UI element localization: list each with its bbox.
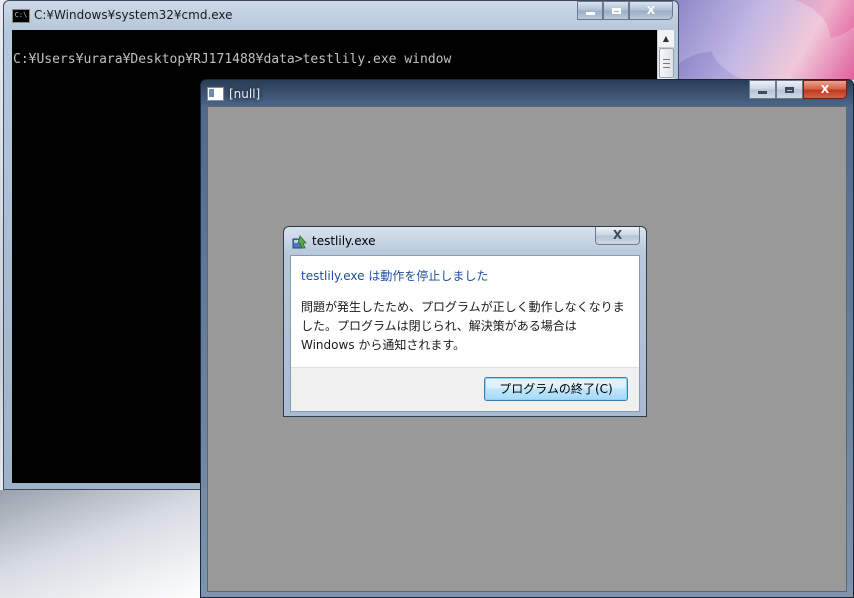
minimize-icon — [758, 91, 767, 94]
wallpaper-artwork-lower — [0, 490, 205, 598]
close-icon: X — [646, 4, 656, 17]
minimize-button[interactable] — [749, 80, 776, 99]
close-icon: X — [612, 228, 623, 242]
close-program-button[interactable]: プログラムの終了(C) — [484, 377, 628, 401]
minimize-button[interactable] — [577, 1, 603, 20]
dialog-footer: プログラムの終了(C) — [291, 367, 639, 411]
console-line: C:¥Users¥urara¥Desktop¥RJ171488¥data>tes… — [13, 52, 452, 67]
null-window-title: [null] — [229, 87, 261, 101]
grip-icon — [663, 59, 670, 68]
null-titlebar[interactable]: [null] X — [201, 80, 853, 108]
scroll-up-button[interactable]: ▲ — [658, 30, 674, 48]
minimize-icon — [585, 12, 595, 15]
maximize-button[interactable] — [776, 80, 803, 99]
dialog-heading: testlily.exe は動作を停止しました — [301, 269, 489, 283]
program-error-icon — [292, 235, 307, 249]
wallpaper-artwork — [675, 0, 854, 80]
window-icon[interactable] — [207, 87, 224, 101]
close-icon: X — [820, 83, 830, 96]
error-dialog[interactable]: testlily.exe X testlily.exe は動作を停止しました 問… — [283, 226, 647, 417]
cmd-caption-buttons: X — [577, 1, 673, 20]
arrow-up-icon: ▲ — [662, 34, 670, 43]
close-button[interactable]: X — [629, 1, 673, 20]
dialog-body: testlily.exe は動作を停止しました 問題が発生したため、プログラムが… — [290, 255, 640, 412]
cmd-icon[interactable]: C:\ — [12, 9, 30, 23]
maximize-icon — [611, 7, 621, 14]
maximize-icon — [785, 86, 794, 93]
dialog-close-button[interactable]: X — [595, 227, 640, 245]
maximize-button[interactable] — [603, 1, 629, 20]
dialog-title: testlily.exe — [312, 234, 376, 248]
cmd-titlebar[interactable]: C:\ C:¥Windows¥system32¥cmd.exe X — [4, 1, 678, 29]
cmd-window-title: C:¥Windows¥system32¥cmd.exe — [34, 8, 233, 22]
dialog-message: 問題が発生したため、プログラムが正しく動作しなくなりました。プログラムは閉じられ… — [301, 300, 625, 352]
null-caption-buttons: X — [749, 80, 847, 99]
scroll-thumb[interactable] — [659, 48, 674, 78]
close-button[interactable]: X — [803, 80, 847, 99]
